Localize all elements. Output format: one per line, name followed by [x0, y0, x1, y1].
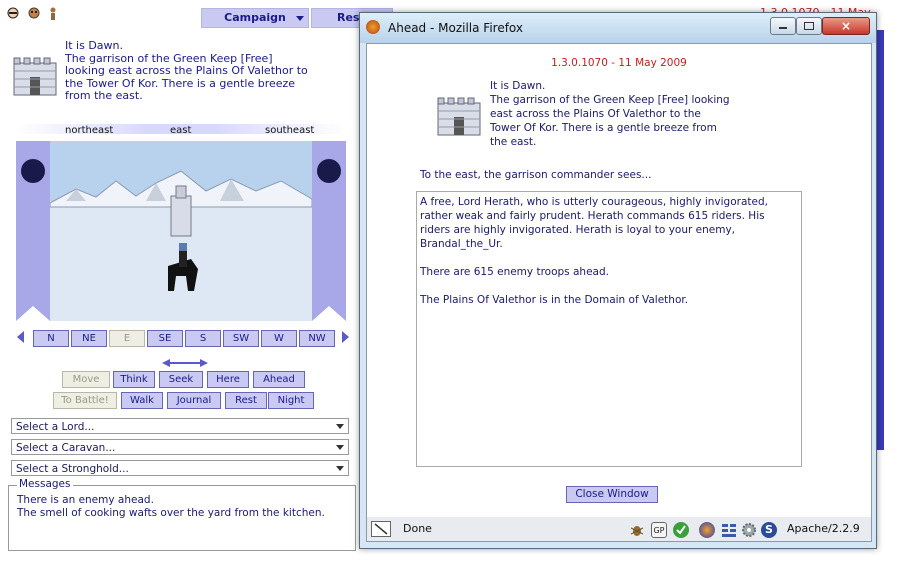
gear-icon[interactable] — [741, 522, 757, 538]
status-text: Done — [403, 522, 432, 535]
compass-center-label: east — [170, 125, 192, 136]
page-info-icon[interactable] — [371, 521, 391, 537]
background-edge — [876, 30, 884, 450]
popup-version-text: 1.3.0.1070 - 11 May 2009 — [551, 57, 687, 69]
ahead-button[interactable]: Ahead — [253, 371, 305, 388]
check-icon[interactable] — [673, 522, 689, 538]
move-button[interactable]: Move — [62, 371, 110, 388]
minimize-icon — [779, 27, 787, 29]
messages-legend: Messages — [17, 478, 73, 490]
caravan-select-value: Select a Caravan... — [16, 442, 116, 454]
castle-icon — [12, 55, 58, 100]
grid-icon[interactable] — [721, 522, 737, 538]
direction-se-button[interactable]: SE — [147, 330, 183, 347]
messages-box: Messages There is an enemy ahead. The sm… — [8, 478, 356, 551]
close-window-x-button[interactable]: × — [822, 17, 870, 35]
walk-button[interactable]: Walk — [121, 392, 163, 409]
direction-n-button[interactable]: N — [33, 330, 69, 347]
figure-icon[interactable] — [46, 7, 60, 21]
castle-icon — [436, 95, 482, 140]
message-line: There is an enemy ahead. — [17, 494, 154, 506]
direction-sw-button[interactable]: SW — [223, 330, 259, 347]
report-paragraph: A free, Lord Herath, who is utterly cour… — [420, 196, 768, 250]
status-bar: Done GP S Apache/2.2.9 — [366, 517, 872, 542]
report-paragraph: The Plains Of Valethor is in the Domain … — [420, 294, 689, 306]
scroll-left-icon[interactable] — [17, 331, 24, 343]
chevron-down-icon — [336, 466, 344, 471]
popup-description: It is Dawn. The garrison of the Green Ke… — [490, 80, 730, 148]
chevron-down-icon — [336, 424, 344, 429]
seek-button[interactable]: Seek — [159, 371, 203, 388]
popup-intro: To the east, the garrison commander sees… — [420, 169, 652, 181]
window-title: Ahead - Mozilla Firefox — [388, 21, 524, 35]
campaign-label: Campaign — [224, 11, 286, 24]
firefox-icon[interactable] — [699, 522, 715, 538]
chevron-down-icon — [336, 445, 344, 450]
stronghold-select-value: Select a Stronghold... — [16, 463, 129, 475]
to-battle-button[interactable]: To Battle! — [53, 392, 117, 409]
minimize-button[interactable] — [770, 17, 796, 35]
firefox-popup-window: Ahead - Mozilla Firefox × 1.3.0.1070 - 1… — [359, 12, 877, 549]
popup-content: 1.3.0.1070 - 11 May 2009 It is Dawn. The… — [366, 43, 872, 519]
campaign-menu-button[interactable]: Campaign — [201, 8, 309, 28]
server-text: Apache/2.2.9 — [787, 522, 860, 535]
close-icon: × — [840, 19, 852, 33]
here-button[interactable]: Here — [207, 371, 249, 388]
firefox-icon — [366, 20, 380, 34]
maximize-button[interactable] — [796, 17, 822, 35]
message-line: The smell of cooking wafts over the yard… — [17, 507, 325, 519]
scroll-right-icon[interactable] — [342, 331, 349, 343]
compass-left-label: northeast — [65, 125, 114, 136]
stronghold-select[interactable]: Select a Stronghold... — [11, 460, 349, 476]
character-icon[interactable] — [27, 7, 41, 21]
person-icon[interactable] — [6, 7, 20, 21]
location-description: It is Dawn. The garrison of the Green Ke… — [65, 39, 308, 102]
caravan-select[interactable]: Select a Caravan... — [11, 439, 349, 455]
direction-e-button[interactable]: E — [109, 330, 145, 347]
compass-right-label: southeast — [265, 125, 315, 136]
report-paragraph: There are 615 enemy troops ahead. — [420, 266, 609, 278]
direction-ne-button[interactable]: NE — [71, 330, 107, 347]
report-box: A free, Lord Herath, who is utterly cour… — [416, 191, 802, 467]
night-button[interactable]: Night — [268, 392, 314, 409]
landscape-view — [16, 141, 346, 326]
direction-s-button[interactable]: S — [185, 330, 221, 347]
swap-arrows-icon[interactable] — [162, 357, 208, 370]
think-button[interactable]: Think — [113, 371, 155, 388]
journal-button[interactable]: Journal — [167, 392, 221, 409]
window-titlebar[interactable]: Ahead - Mozilla Firefox × — [360, 13, 876, 43]
gp-icon[interactable]: GP — [651, 522, 667, 538]
chevron-down-icon — [296, 16, 304, 21]
bug-icon[interactable] — [629, 522, 645, 538]
close-window-button[interactable]: Close Window — [566, 486, 658, 503]
rest-button[interactable]: Rest — [225, 392, 267, 409]
direction-w-button[interactable]: W — [261, 330, 297, 347]
direction-nw-button[interactable]: NW — [299, 330, 335, 347]
lord-select-value: Select a Lord... — [16, 421, 95, 433]
s-icon[interactable]: S — [761, 522, 777, 538]
maximize-icon — [804, 22, 814, 30]
lord-select[interactable]: Select a Lord... — [11, 418, 349, 434]
